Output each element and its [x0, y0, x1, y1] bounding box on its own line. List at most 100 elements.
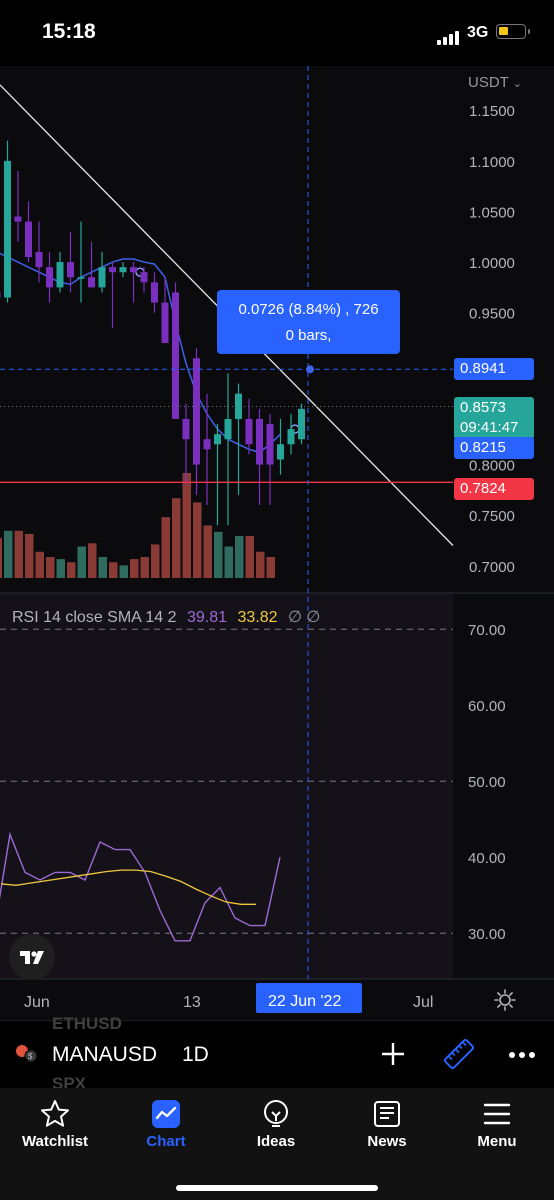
- volume-bar: [109, 562, 118, 578]
- price-axis-label: 0.8000: [469, 458, 515, 475]
- tab-label: News: [367, 1133, 407, 1150]
- volume-bar: [245, 536, 254, 578]
- candle-body: [214, 434, 221, 445]
- candle-body: [88, 277, 95, 288]
- price-axis-label: 0.9500: [469, 306, 515, 323]
- measure-tooltip: 0.0726 (8.84%) , 726 0 bars,: [217, 290, 400, 354]
- candle-body: [203, 439, 211, 450]
- symbol-logo-icon: $: [14, 1042, 40, 1064]
- status-bar: 15:18 3G: [0, 0, 554, 66]
- add-plus-icon[interactable]: [379, 1040, 407, 1073]
- candle-body: [98, 267, 106, 288]
- horizontal-line-price-tag: 0.7824: [454, 478, 534, 500]
- symbol-name[interactable]: MANAUSD: [52, 1043, 157, 1067]
- price-axis-label: 1.1500: [469, 103, 515, 120]
- crosshair-point: [306, 365, 314, 374]
- candle-body: [161, 302, 169, 344]
- ghost-symbol-above: ETHUSD: [52, 1014, 122, 1033]
- tab-ideas[interactable]: Ideas: [221, 1088, 331, 1168]
- chart-canvas[interactable]: 1.1500 1.1000 1.0500 1.0000 0.9500 0.8000 0.75…: [0, 66, 554, 1020]
- crosshair-date-label: 22 Jun '22: [268, 993, 341, 1010]
- candle-body: [56, 262, 64, 288]
- volume-bar: [119, 565, 128, 578]
- tab-chart[interactable]: Chart: [111, 1088, 221, 1168]
- sma-price-tag: 0.8215: [454, 437, 534, 459]
- candle-body: [224, 418, 232, 440]
- rsi-axis-label: 50.00: [468, 774, 506, 791]
- chart-area[interactable]: 1.1500 1.1000 1.0500 1.0000 0.9500 0.8000 0.75…: [0, 66, 554, 1020]
- price-axis-label: 0.7000: [469, 559, 515, 576]
- candle-body: [119, 267, 127, 273]
- tradingview-logo-icon[interactable]: [9, 934, 55, 980]
- candle-body: [172, 292, 179, 419]
- time-axis-label: Jun: [24, 994, 50, 1011]
- volume-bar: [266, 557, 275, 578]
- candle-body: [46, 267, 53, 288]
- volume-bar: [172, 498, 181, 578]
- candle-body: [182, 418, 190, 440]
- tab-label: Ideas: [256, 1133, 296, 1150]
- candle-body: [298, 408, 305, 440]
- rsi-axis-label: 70.00: [468, 622, 506, 639]
- tab-news[interactable]: News: [332, 1088, 442, 1168]
- price-axis-label: 1.1000: [469, 154, 515, 171]
- volume-bar: [203, 525, 212, 578]
- rsi-axis-label: 30.00: [468, 926, 506, 943]
- candle-body: [25, 221, 32, 258]
- volume-bar: [182, 473, 191, 578]
- measure-bars: 0 bars,: [285, 327, 332, 344]
- candle-body: [77, 277, 85, 279]
- price-axis-label: 0.7500: [469, 508, 515, 525]
- last-price-tag: 0.8573 09:41:47: [454, 397, 534, 439]
- candle-body: [193, 358, 200, 465]
- menu-icon: [483, 1103, 511, 1125]
- candle-body: [14, 216, 22, 222]
- candle-body: [0, 292, 1, 298]
- battery-icon: [496, 24, 530, 39]
- home-indicator: [176, 1185, 378, 1191]
- newspaper-icon: [374, 1101, 400, 1127]
- candle-body: [151, 282, 158, 303]
- tab-watchlist[interactable]: Watchlist: [0, 1088, 110, 1168]
- volume-bar: [4, 530, 13, 578]
- volume-bar: [98, 557, 107, 578]
- candle-body: [245, 418, 253, 445]
- volume-bar: [14, 530, 23, 578]
- volume-bar: [35, 551, 44, 578]
- star-icon: [41, 1100, 69, 1127]
- rsi-axis-label: 60.00: [468, 698, 506, 715]
- network-label: 3G: [467, 24, 489, 41]
- volume-bar: [161, 517, 170, 578]
- rsi-ma-value: 33.82: [237, 609, 278, 626]
- rsi-legend[interactable]: RSI 14 close SMA 14 2 39.81 33.82 ∅ ∅: [12, 607, 320, 627]
- svg-text:$: $: [28, 1052, 33, 1061]
- interval-selector[interactable]: 1D: [182, 1043, 209, 1067]
- tab-label: Chart: [146, 1133, 186, 1150]
- volume-bar: [256, 551, 265, 578]
- volume-bar: [88, 543, 97, 578]
- candle-body: [140, 272, 148, 283]
- currency-selector[interactable]: USDT ⌄: [468, 74, 522, 91]
- candle-body: [4, 160, 11, 298]
- chart-icon: [152, 1100, 180, 1128]
- volume-bar: [25, 533, 34, 578]
- more-icon[interactable]: [508, 1047, 536, 1065]
- time-axis-label: 13: [183, 994, 201, 1011]
- volume-bar: [56, 559, 65, 578]
- rsi-na-symbols: ∅ ∅: [288, 609, 321, 626]
- signal-strength-icon: [437, 27, 461, 45]
- volume-bar: [77, 546, 86, 578]
- rsi-pane-background: [0, 593, 453, 979]
- volume-bar: [214, 531, 223, 578]
- price-axis-label: 1.0500: [469, 204, 515, 221]
- rsi-name: RSI: [12, 609, 39, 626]
- bar-countdown: 09:41:47: [460, 419, 519, 436]
- bottom-tab-bar: Watchlist Chart Ideas News Menu: [0, 1088, 554, 1200]
- volume-bar: [67, 562, 76, 578]
- settings-icon[interactable]: [493, 988, 517, 1012]
- rsi-params: 14 close SMA 14 2: [43, 609, 177, 626]
- ruler-icon[interactable]: [442, 1037, 476, 1076]
- tab-menu[interactable]: Menu: [442, 1088, 552, 1168]
- candle-body: [277, 444, 284, 460]
- status-time: 15:18: [42, 20, 96, 43]
